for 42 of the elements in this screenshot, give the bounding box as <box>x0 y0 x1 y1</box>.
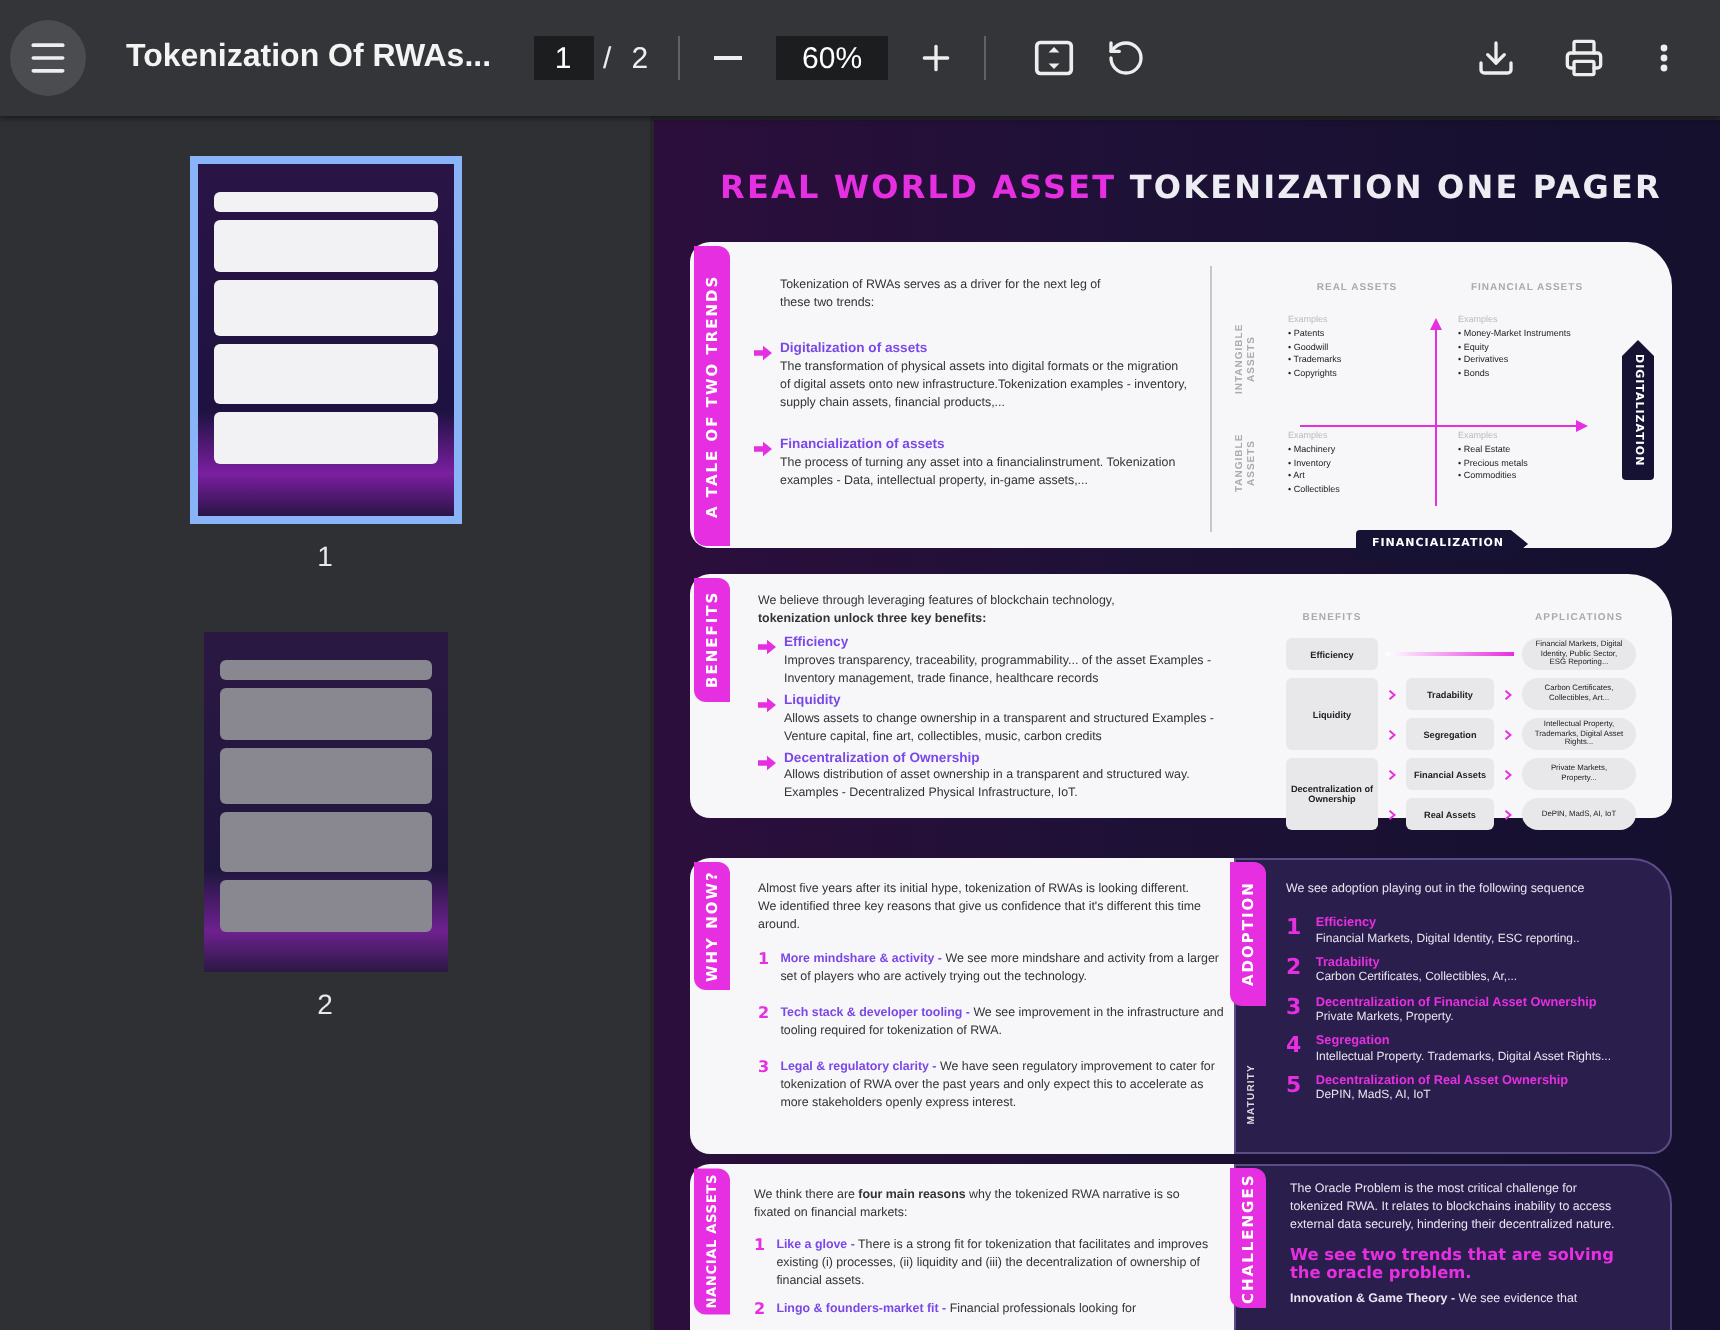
step-number: 1 <box>1286 916 1304 939</box>
number-label: 2 <box>758 1005 772 1022</box>
document-title: Tokenization Of RWAs... <box>126 40 492 76</box>
chevron-icon <box>1388 729 1396 739</box>
page-thumbnail[interactable] <box>203 632 447 972</box>
chevron-icon <box>1388 769 1396 779</box>
page-count: 2 <box>631 41 649 75</box>
chevron-icon <box>1388 809 1396 819</box>
page-thumbnail[interactable] <box>189 156 461 524</box>
page-number-label: 1 <box>317 540 333 572</box>
arrow-icon <box>758 695 776 714</box>
page-heading: REAL WORLD ASSET TOKENIZATION ONE PAGER <box>718 166 1664 210</box>
number-label: 3 <box>758 1059 772 1076</box>
number-label: 1 <box>758 951 772 968</box>
highlight-text: We see two trends that are solving the oracle problem. <box>1290 1245 1616 1284</box>
zoom-field[interactable]: 60% <box>776 36 889 80</box>
chevron-icon <box>1388 689 1396 699</box>
number-label: 2 <box>754 1301 768 1318</box>
connector-line <box>1386 652 1514 656</box>
download-icon <box>1476 38 1516 78</box>
chevron-icon <box>1504 769 1512 779</box>
step-number: 5 <box>1286 1073 1304 1096</box>
step-number: 3 <box>1286 995 1304 1018</box>
arrow-icon <box>758 637 776 656</box>
chevron-icon <box>1504 809 1512 819</box>
arrow-icon <box>754 343 772 362</box>
menu-button[interactable] <box>10 20 86 96</box>
minus-icon <box>714 56 743 60</box>
page-number-field[interactable]: 1 <box>533 36 594 80</box>
chevron-icon <box>1504 689 1512 699</box>
more-icon <box>1660 44 1668 72</box>
page-number-label: 2 <box>317 988 333 1020</box>
arrow-icon <box>758 753 776 772</box>
step-number: 2 <box>1286 956 1304 979</box>
rotate-icon <box>1106 38 1147 78</box>
chevron-icon <box>1504 729 1512 739</box>
fit-page-icon <box>1034 38 1075 78</box>
step-number: 4 <box>1286 1034 1304 1057</box>
page-separator: / <box>603 41 612 75</box>
arrow-icon <box>754 439 772 458</box>
print-icon <box>1564 38 1604 78</box>
number-label: 1 <box>754 1237 768 1254</box>
